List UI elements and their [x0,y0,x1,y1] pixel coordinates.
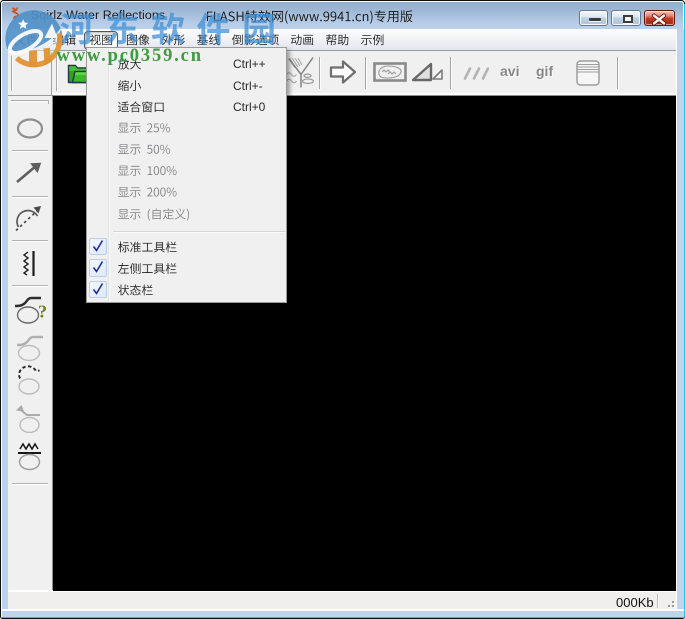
svg-text:?: ? [38,302,47,322]
